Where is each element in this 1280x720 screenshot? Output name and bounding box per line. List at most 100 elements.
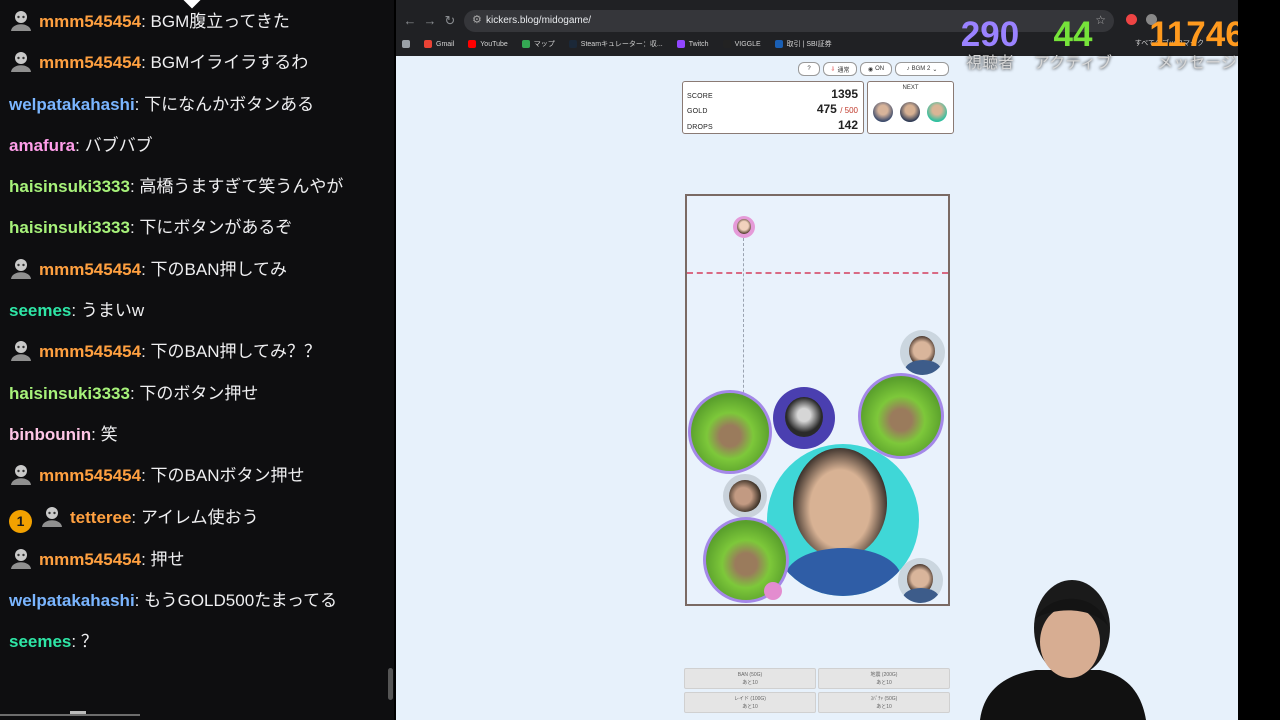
chat-message: haisinsuki3333: 高橋うますぎて笑うんやが	[0, 173, 380, 201]
user-avatar-icon	[11, 548, 31, 569]
user-avatar-icon	[11, 11, 31, 31]
chat-message: 1 tetteree: アイレム使おう	[0, 504, 380, 533]
youtube-icon	[468, 40, 477, 48]
drops-row: DROPS 142	[687, 118, 858, 132]
chat-username[interactable]: tetteree	[70, 508, 131, 527]
chat-text: もうGOLD500たまってる	[144, 591, 338, 611]
gorilla-face	[785, 397, 823, 437]
raid-sub: あと10	[742, 704, 758, 710]
chat-message: mmm545454: BGM腹立ってきた	[0, 8, 380, 36]
back-icon[interactable]: ←	[402, 13, 418, 28]
chat-message: haisinsuki3333: 下にボタンがあるぞ	[0, 214, 380, 242]
ball-tiny-pink	[764, 582, 782, 600]
next-piece-1	[873, 102, 893, 122]
user-avatar-icon	[42, 506, 62, 527]
green-mask-face	[861, 376, 941, 456]
chat-username[interactable]: welpatakahashi	[9, 591, 135, 610]
score-row: SCORE 1395	[687, 87, 858, 101]
chat-username[interactable]: haisinsuki3333	[9, 218, 130, 237]
superchat-button[interactable]: ｽﾊﾟﾁｬ (50G) あと10	[818, 692, 950, 713]
ball-tiny-face	[723, 474, 767, 518]
bookmark-sbi[interactable]: 取引 | SBI証券	[774, 39, 832, 49]
chat-username[interactable]: mmm545454	[39, 342, 141, 361]
earthquake-title: 地震 (200G)	[870, 672, 898, 678]
score-value: 1395	[831, 87, 858, 101]
chat-username[interactable]: mmm545454	[39, 466, 141, 485]
bookmark-gmail[interactable]: Gmail	[424, 40, 454, 48]
chat-separator: :	[71, 632, 81, 652]
reload-icon[interactable]: ↻	[442, 13, 458, 29]
messages-count: 11746	[1149, 15, 1238, 54]
chat-separator: :	[141, 259, 151, 279]
chat-separator: :	[129, 383, 140, 403]
bookmark-viggle[interactable]: VIGGLE	[722, 40, 761, 48]
chat-username[interactable]: seemes	[9, 301, 71, 320]
next-label: NEXT	[902, 85, 919, 91]
chat-separator: :	[91, 424, 101, 444]
site-info-icon[interactable]: ⚙	[472, 13, 482, 26]
chat-username[interactable]: amafura	[9, 136, 75, 155]
drop-piece[interactable]	[733, 216, 755, 238]
active-count: 44	[1053, 15, 1093, 54]
face-small	[737, 219, 751, 234]
score-label: SCORE	[687, 93, 713, 100]
chat-input-handle	[70, 711, 86, 714]
deadline-line	[687, 272, 948, 274]
chat-message: mmm545454: 下のBAN押してみ？？	[0, 338, 380, 366]
chat-text: アイレム使おう	[140, 507, 259, 527]
bookmark-maps[interactable]: マップ	[521, 39, 555, 49]
chat-username[interactable]: binbounin	[9, 425, 91, 444]
chat-message: welpatakahashi: 下になんかボタンある	[0, 91, 380, 119]
user-avatar-icon	[11, 52, 31, 73]
bookmark-twitch[interactable]: Twitch	[676, 40, 709, 48]
webcam-overlay	[980, 580, 1146, 720]
chat-separator: :	[129, 177, 140, 197]
drops-label: DROPS	[687, 124, 713, 131]
bgm-select[interactable]: ♪ BGM 2 ⌄	[895, 62, 949, 76]
chat-username[interactable]: haisinsuki3333	[9, 177, 130, 196]
chat-username[interactable]: mmm545454	[39, 260, 141, 279]
chat-text: 下にボタンがあるぞ	[139, 218, 293, 238]
ban-button[interactable]: BAN (50G) あと10	[684, 668, 816, 689]
raid-button[interactable]: レイド (100G) あと10	[684, 692, 816, 713]
chat-username[interactable]: seemes	[9, 632, 71, 651]
chat-input-bar[interactable]	[0, 714, 140, 716]
chat-scrollbar[interactable]	[388, 668, 393, 700]
chat-username[interactable]: haisinsuki3333	[9, 384, 130, 403]
gold-value: 475	[816, 102, 837, 116]
chat-separator: :	[141, 53, 151, 73]
chat-separator: :	[134, 591, 145, 611]
forward-icon[interactable]: →	[422, 13, 438, 28]
bookmark-steam[interactable]: Steamキュレーター：収...	[568, 39, 663, 49]
green-mask-face	[691, 393, 769, 471]
score-panel: SCORE 1395 GOLD 475 / 500 DROPS 142	[682, 81, 864, 134]
chat-username[interactable]: welpatakahashi	[9, 95, 135, 114]
chat-username[interactable]: mmm545454	[39, 550, 141, 569]
chat-text: 笑	[100, 424, 118, 444]
streamer-body	[980, 670, 1146, 720]
chat-text: 下のBANボタン押せ	[150, 466, 305, 486]
chat-separator: :	[131, 507, 141, 527]
chat-text: BGMイライラするわ	[150, 53, 309, 73]
chat-message: mmm545454: BGMイライラするわ	[0, 49, 380, 77]
chat-text: 下になんかボタンある	[144, 94, 315, 114]
speaker-icon: ◉	[867, 66, 874, 73]
chat-separator: :	[141, 549, 151, 569]
sound-toggle-button[interactable]: ◉ ON	[860, 62, 892, 76]
earthquake-button[interactable]: 地震 (200G) あと10	[818, 668, 950, 689]
ball-green-mask-1	[688, 390, 772, 474]
help-button[interactable]: ?	[798, 62, 820, 76]
chat-username[interactable]: mmm545454	[39, 53, 141, 72]
chat-text: 高橋うますぎて笑うんやが	[139, 177, 344, 197]
chat-separator: :	[129, 218, 140, 238]
bookmarks-bar: Gmail YouTube マップ Steamキュレーター：収... Twitc…	[402, 36, 832, 52]
gold-row: GOLD 475 / 500	[687, 102, 858, 116]
game-field[interactable]	[685, 194, 950, 606]
bookmark-youtube[interactable]: YouTube	[468, 40, 508, 48]
chat-username[interactable]: mmm545454	[39, 12, 141, 31]
gmail-icon	[424, 40, 432, 48]
mode-button[interactable]: ⇩ 通常	[823, 62, 857, 76]
drop-guide-line	[743, 238, 744, 408]
apps-grid-icon[interactable]	[402, 40, 410, 48]
rank-badge: 1	[9, 509, 32, 533]
